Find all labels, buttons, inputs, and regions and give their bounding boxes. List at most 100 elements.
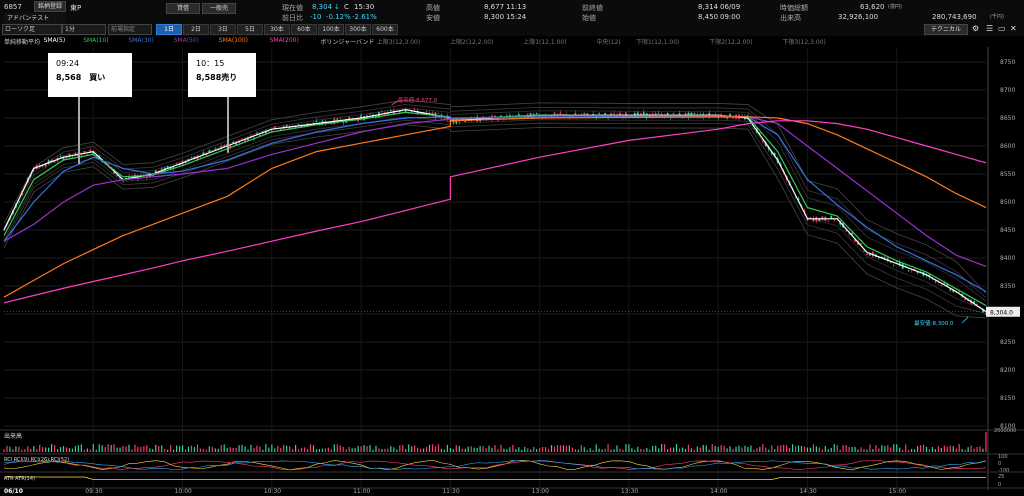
volume-bar bbox=[220, 445, 222, 452]
volume-bar bbox=[878, 448, 880, 452]
volume-bar bbox=[131, 449, 133, 452]
volume-bar bbox=[21, 449, 23, 452]
volume-bar bbox=[381, 449, 383, 452]
volume-bar bbox=[559, 445, 562, 452]
volume-bar bbox=[586, 449, 588, 452]
candle-body bbox=[752, 128, 755, 130]
volume-bar bbox=[309, 444, 312, 452]
volume-bar bbox=[979, 446, 981, 452]
candle-body bbox=[369, 113, 371, 115]
volume-bar bbox=[887, 445, 889, 452]
volume-bar bbox=[550, 445, 553, 452]
volume-bar bbox=[265, 444, 267, 452]
volume-bar bbox=[899, 447, 901, 452]
volume-bar bbox=[193, 447, 196, 452]
volume-bar bbox=[777, 445, 779, 452]
volume-panel-label: 出来高 bbox=[4, 432, 22, 440]
volume-bar bbox=[845, 444, 847, 452]
volume-bar bbox=[619, 448, 621, 452]
volume-bar bbox=[440, 448, 443, 452]
volume-bar bbox=[705, 445, 707, 452]
volume-bar bbox=[738, 445, 740, 452]
volume-bar bbox=[446, 445, 448, 452]
volume-bar bbox=[295, 444, 297, 452]
volume-bar bbox=[565, 445, 568, 452]
volume-bar bbox=[678, 448, 681, 452]
volume-bar bbox=[92, 444, 94, 452]
volume-bar bbox=[170, 445, 172, 452]
volume-bar bbox=[806, 447, 809, 452]
volume-bar bbox=[601, 449, 603, 452]
volume-bar bbox=[455, 445, 457, 452]
volume-bar bbox=[277, 445, 279, 452]
y-tick-label-7: 8400 bbox=[1000, 255, 1015, 262]
volume-bar bbox=[324, 448, 326, 452]
volume-bar bbox=[321, 448, 324, 452]
buy-annotation-text: 8,568 買い bbox=[56, 73, 106, 82]
volume-bar bbox=[3, 449, 5, 452]
volume-bar bbox=[199, 448, 201, 452]
volume-bar bbox=[211, 447, 213, 452]
volume-bar bbox=[732, 448, 734, 452]
volume-bar bbox=[351, 448, 353, 452]
volume-bar bbox=[89, 449, 91, 452]
volume-bar bbox=[750, 445, 752, 452]
volume-bar bbox=[116, 447, 118, 452]
volume-bar bbox=[553, 446, 556, 452]
volume-bar bbox=[393, 447, 395, 452]
volume-bar bbox=[851, 446, 853, 452]
y-tick-label-0: 8750 bbox=[1000, 59, 1015, 66]
volume-bar bbox=[905, 444, 907, 452]
volume-bar bbox=[530, 449, 532, 452]
volume-bar bbox=[791, 444, 794, 452]
volume-bar bbox=[485, 448, 487, 452]
candle-body bbox=[404, 110, 407, 112]
x-tick-label-6: 13:00 bbox=[532, 488, 549, 495]
candle-body bbox=[732, 118, 734, 119]
volume-bar bbox=[794, 446, 797, 452]
candle-body bbox=[562, 114, 565, 115]
volume-bar bbox=[622, 449, 624, 452]
volume-bar bbox=[437, 444, 440, 452]
volume-bar bbox=[786, 445, 788, 452]
volume-bar bbox=[354, 448, 356, 452]
candle-body bbox=[535, 112, 538, 114]
y-tick-label-5: 8500 bbox=[1000, 199, 1015, 206]
volume-bar bbox=[747, 446, 749, 452]
volume-bar bbox=[812, 444, 815, 452]
volume-bar bbox=[476, 448, 478, 452]
volume-bar bbox=[658, 448, 660, 452]
volume-bar bbox=[443, 449, 446, 452]
volume-bar bbox=[556, 445, 559, 452]
volume-bar bbox=[470, 446, 472, 452]
volume-bar bbox=[875, 445, 877, 452]
volume-bar bbox=[408, 444, 410, 452]
volume-bar bbox=[726, 448, 728, 452]
volume-bar bbox=[48, 447, 50, 452]
candle-body bbox=[65, 157, 68, 159]
volume-bar bbox=[604, 448, 606, 452]
candle-body bbox=[940, 285, 943, 286]
low-marker-label: 最安値:8,300.0 bbox=[914, 319, 954, 327]
volume-bar bbox=[488, 445, 490, 452]
volume-bar bbox=[661, 444, 663, 452]
candle-body bbox=[613, 113, 615, 114]
volume-bar bbox=[768, 449, 770, 452]
volume-bar bbox=[77, 445, 79, 452]
volume-bar bbox=[506, 449, 508, 452]
volume-bar bbox=[452, 449, 454, 452]
volume-max-label: 2000000 bbox=[994, 428, 1016, 434]
volume-bar bbox=[521, 449, 523, 452]
y-tick-label-10: 8250 bbox=[1000, 339, 1015, 346]
buy-annotation-time: 09:24 bbox=[56, 59, 80, 68]
volume-bar bbox=[902, 449, 904, 452]
volume-bar bbox=[652, 445, 654, 452]
volume-bar bbox=[318, 449, 321, 452]
candle-body bbox=[583, 112, 586, 115]
volume-bar bbox=[536, 449, 538, 452]
volume-bar bbox=[396, 449, 398, 452]
volume-bar bbox=[303, 447, 306, 452]
volume-bar bbox=[300, 447, 303, 452]
volume-bar bbox=[527, 448, 529, 452]
volume-bar bbox=[783, 444, 785, 452]
